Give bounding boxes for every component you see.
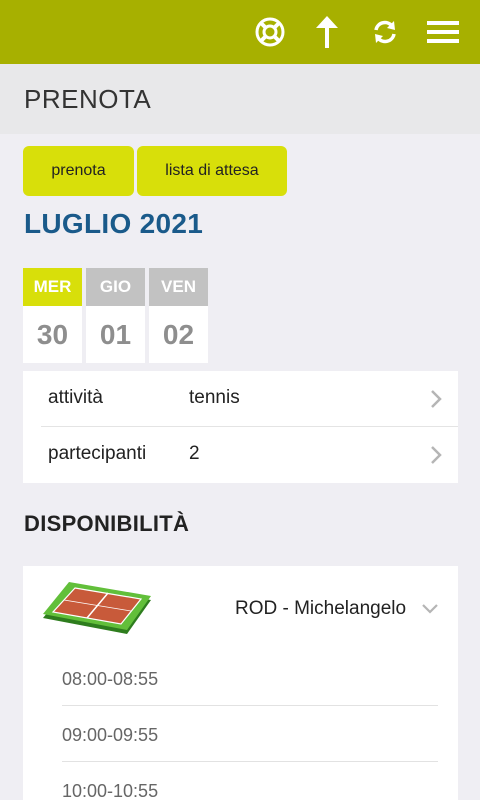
participants-row[interactable]: partecipanti 2 (23, 427, 458, 483)
chevron-right-icon (430, 445, 442, 470)
activity-row[interactable]: attività tennis (23, 371, 458, 427)
participants-value: 2 (189, 443, 200, 464)
activity-label: attività (48, 387, 103, 408)
time-slot[interactable]: 09:00-09:55 (62, 622, 438, 762)
day-number: 01 (99, 318, 132, 350)
time-slot-label: 10:00-10:55 (62, 781, 159, 800)
day-name: MER (23, 268, 82, 306)
page-title: PRENOTA (24, 84, 152, 114)
activity-value: tennis (189, 387, 240, 408)
day-number: 30 (36, 318, 69, 350)
day-button-gio[interactable]: GIO 01 (86, 268, 145, 363)
time-slot[interactable]: 08:00-08:55 (62, 566, 438, 706)
availability-title: DISPONIBILITÀ (24, 511, 190, 536)
page-header: PRENOTA (0, 64, 480, 134)
day-button-ven[interactable]: VEN 02 (149, 268, 208, 363)
lifebuoy-icon[interactable] (250, 12, 290, 52)
chevron-right-icon (430, 389, 442, 414)
participants-label: partecipanti (48, 443, 147, 464)
filters-card: attività tennis partecipanti 2 (23, 371, 458, 483)
month-title: LUGLIO 2021 (24, 208, 204, 239)
hamburger-menu-icon[interactable] (423, 12, 463, 52)
slot-divider (62, 761, 438, 762)
arrow-up-icon[interactable] (307, 12, 347, 52)
tab-lista-di-attesa[interactable]: lista di attesa (137, 146, 287, 196)
tab-prenota[interactable]: prenota (23, 146, 134, 196)
day-button-mer[interactable]: MER 30 (23, 268, 82, 363)
day-number: 02 (162, 318, 195, 350)
time-slot[interactable]: 10:00-10:55 (62, 678, 438, 800)
day-name: GIO (86, 268, 145, 306)
day-name: VEN (149, 268, 208, 306)
refresh-icon[interactable] (365, 12, 405, 52)
court-card: ROD - Michelangelo 08:00-08:55 09:00-09:… (23, 566, 458, 800)
top-app-bar (0, 0, 480, 64)
